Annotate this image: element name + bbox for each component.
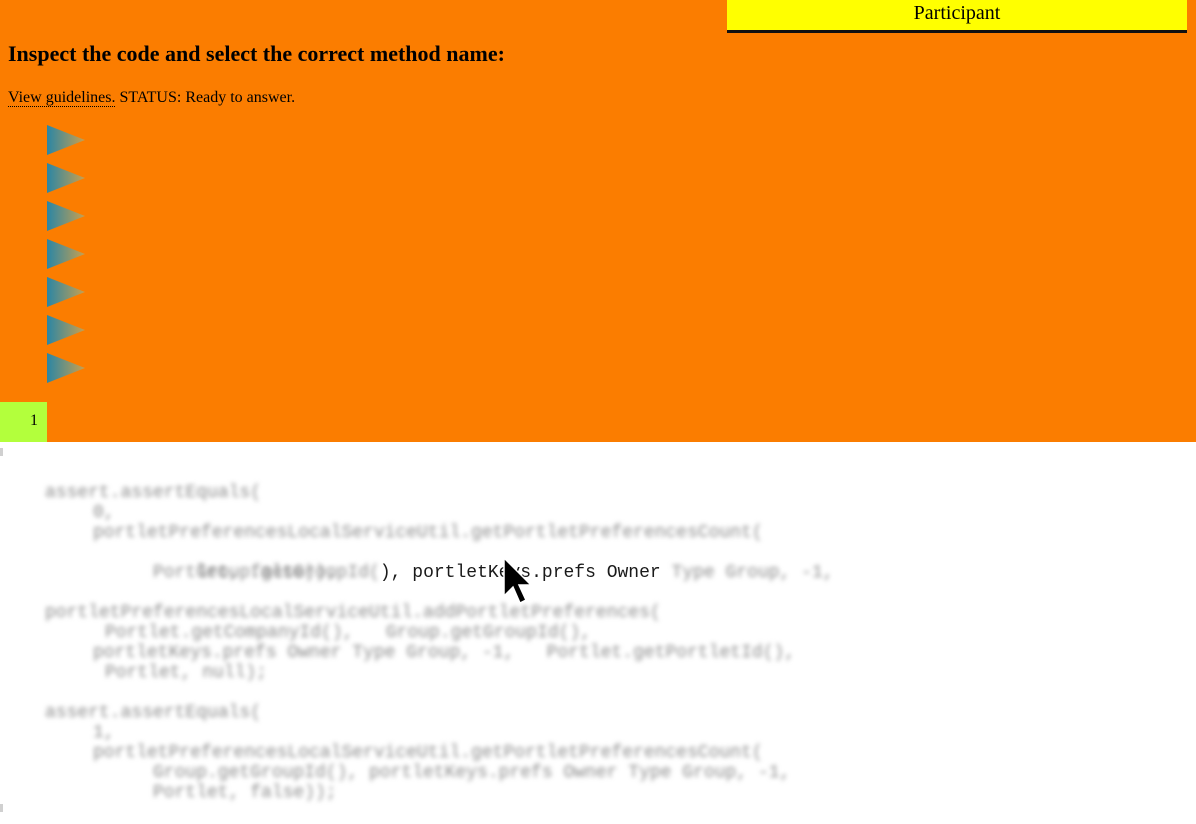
code-line: Portlet.getCompanyId(), Group.getGroupId… <box>105 623 592 643</box>
code-line: portletPreferencesLocalServiceUtil.getPo… <box>93 523 763 543</box>
page-title: Inspect the code and select the correct … <box>8 41 505 66</box>
code-line: Group.getGroupId(), portletKeys.prefs Ow… <box>153 763 791 783</box>
play-arrow-icon[interactable] <box>47 315 85 345</box>
code-edge-marker <box>0 804 3 812</box>
code-line: 0, <box>93 503 115 523</box>
code-fragment-blurred: Type Group, -1, <box>671 563 834 583</box>
code-line: portletKeys.prefs Owner Type Group, -1, … <box>93 643 796 663</box>
code-line: Portlet, false)); <box>153 563 337 583</box>
code-line: Portlet, null); <box>105 663 268 683</box>
play-arrow-icon[interactable] <box>47 353 85 383</box>
play-arrow-icon[interactable] <box>47 277 85 307</box>
header-panel: Participant Inspect the code and select … <box>0 0 1196 442</box>
mouse-pointer-icon <box>503 556 532 605</box>
play-arrow-icon[interactable] <box>47 125 85 155</box>
status-line: View guidelines. STATUS: Ready to answer… <box>8 89 295 107</box>
view-guidelines-link[interactable]: View guidelines. <box>8 89 116 107</box>
page-number-button[interactable]: 1 <box>0 402 47 442</box>
code-line: assert.assertEquals( <box>45 483 262 503</box>
play-arrow-icon[interactable] <box>47 163 85 193</box>
code-viewer: assert.assertEquals( 0, portletPreferenc… <box>0 442 1196 824</box>
code-edge-marker <box>0 448 3 456</box>
play-arrow-icon[interactable] <box>47 239 85 269</box>
code-line: portletPreferencesLocalServiceUtil.getPo… <box>93 743 763 763</box>
answer-options <box>47 125 87 391</box>
participant-badge: Participant <box>727 0 1187 33</box>
code-line: portletPreferencesLocalServiceUtil.addPo… <box>45 603 661 623</box>
play-arrow-icon[interactable] <box>47 201 85 231</box>
status-text: STATUS: Ready to answer. <box>119 89 296 106</box>
code-line: Portlet, false)); <box>153 783 337 803</box>
code-line: assert.assertEquals( <box>45 703 262 723</box>
code-line: 1, <box>93 723 115 743</box>
